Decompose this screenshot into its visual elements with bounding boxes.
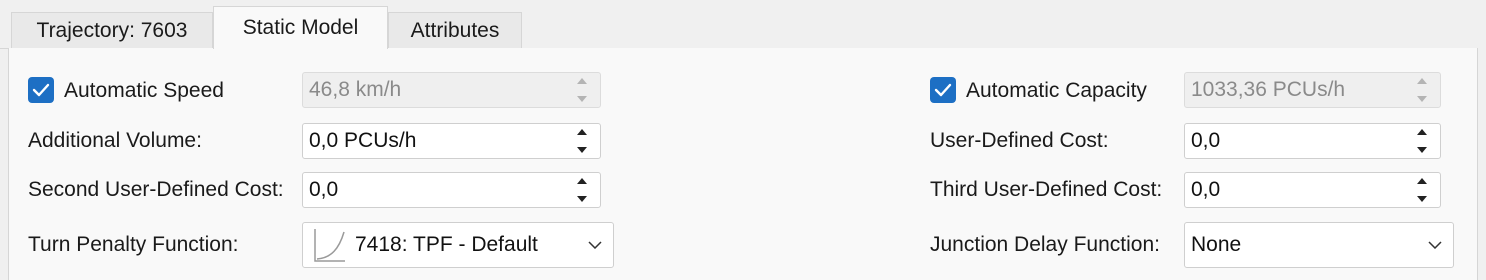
second-user-defined-cost-spinner xyxy=(566,173,598,207)
automatic-capacity-label: Automatic Capacity xyxy=(966,79,1147,102)
tab-static-model[interactable]: Static Model xyxy=(213,6,388,49)
user-defined-cost-spinner xyxy=(1406,124,1438,158)
automatic-capacity-value: 1033,36 PCUs/h xyxy=(1191,78,1346,101)
automatic-speed-field: 46,8 km/h xyxy=(302,72,601,108)
automatic-capacity-checkbox[interactable] xyxy=(930,77,956,103)
spin-down-icon[interactable] xyxy=(569,192,595,206)
tab-trajectory-label: Trajectory: 7603 xyxy=(36,19,188,42)
second-user-defined-cost-label: Second User-Defined Cost: xyxy=(28,178,284,201)
turn-penalty-function-select[interactable]: 7418: TPF - Default xyxy=(302,222,614,268)
tab-attributes[interactable]: Attributes xyxy=(388,12,522,49)
spin-down-icon[interactable] xyxy=(1409,192,1435,206)
automatic-speed-spinner xyxy=(566,73,598,107)
spin-up-icon xyxy=(569,74,595,88)
junction-delay-function-label: Junction Delay Function: xyxy=(930,233,1160,256)
user-defined-cost-label: User-Defined Cost: xyxy=(930,129,1109,152)
third-user-defined-cost-label: Third User-Defined Cost: xyxy=(930,178,1163,201)
tab-trajectory[interactable]: Trajectory: 7603 xyxy=(11,12,213,49)
curve-icon xyxy=(309,225,349,265)
automatic-speed-value: 46,8 km/h xyxy=(309,78,402,101)
second-user-defined-cost-field[interactable]: 0,0 xyxy=(302,172,601,208)
turn-penalty-function-value: 7418: TPF - Default xyxy=(355,233,538,256)
user-defined-cost-value: 0,0 xyxy=(1191,129,1221,152)
tab-attributes-label: Attributes xyxy=(410,19,500,42)
chevron-down-icon xyxy=(1417,223,1453,267)
additional-volume-label: Additional Volume: xyxy=(28,129,202,152)
additional-volume-field[interactable]: 0,0 PCUs/h xyxy=(302,123,601,159)
tab-bar: Trajectory: 7603 Static Model Attributes xyxy=(0,0,1486,49)
automatic-speed-checkbox[interactable] xyxy=(28,77,54,103)
spin-up-icon[interactable] xyxy=(569,174,595,188)
spin-up-icon xyxy=(1409,74,1435,88)
spin-down-icon[interactable] xyxy=(1409,143,1435,157)
spin-down-icon xyxy=(569,92,595,106)
turn-penalty-function-label: Turn Penalty Function: xyxy=(28,233,239,256)
automatic-speed-label: Automatic Speed xyxy=(64,79,224,102)
third-user-defined-cost-field[interactable]: 0,0 xyxy=(1184,172,1441,208)
user-defined-cost-field[interactable]: 0,0 xyxy=(1184,123,1441,159)
second-user-defined-cost-value: 0,0 xyxy=(309,178,339,201)
spin-up-icon[interactable] xyxy=(1409,125,1435,139)
spin-down-icon[interactable] xyxy=(569,143,595,157)
tab-static-model-label: Static Model xyxy=(242,16,359,39)
spin-up-icon[interactable] xyxy=(569,125,595,139)
junction-delay-function-value: None xyxy=(1191,233,1242,256)
checkmark-icon xyxy=(934,83,952,97)
junction-delay-function-select[interactable]: None xyxy=(1184,222,1454,268)
additional-volume-spinner xyxy=(566,124,598,158)
chevron-down-icon xyxy=(577,223,613,267)
third-user-defined-cost-value: 0,0 xyxy=(1191,178,1221,201)
spin-down-icon xyxy=(1409,92,1435,106)
checkmark-icon xyxy=(32,83,50,97)
third-user-defined-cost-spinner xyxy=(1406,173,1438,207)
automatic-capacity-field: 1033,36 PCUs/h xyxy=(1184,72,1441,108)
additional-volume-value: 0,0 PCUs/h xyxy=(309,129,417,152)
automatic-capacity-spinner xyxy=(1406,73,1438,107)
spin-up-icon[interactable] xyxy=(1409,174,1435,188)
